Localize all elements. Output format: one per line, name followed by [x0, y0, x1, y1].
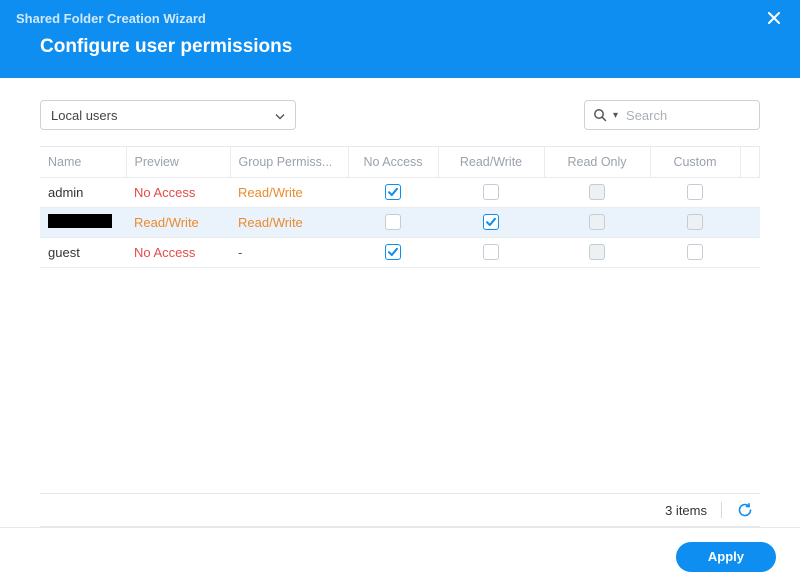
divider — [721, 502, 722, 518]
read-write-checkbox[interactable] — [483, 244, 499, 260]
cell-custom — [650, 207, 740, 237]
wizard-window: Shared Folder Creation Wizard Configure … — [0, 0, 800, 585]
redacted-name — [48, 214, 112, 228]
read-only-checkbox — [589, 184, 605, 200]
cell-read-write — [438, 177, 544, 207]
col-custom[interactable]: Custom — [650, 147, 740, 177]
wizard-title: Shared Folder Creation Wizard — [16, 11, 206, 26]
cell-preview: Read/Write — [126, 207, 230, 237]
group-permissions-value: Read/Write — [238, 185, 303, 200]
cell-no-access — [348, 207, 438, 237]
header-top: Shared Folder Creation Wizard — [0, 0, 800, 30]
user-name: guest — [48, 245, 80, 260]
read-only-checkbox — [589, 214, 605, 230]
col-no-access[interactable]: No Access — [348, 147, 438, 177]
user-name: admin — [48, 185, 83, 200]
col-preview[interactable]: Preview — [126, 147, 230, 177]
cell-read-only — [544, 207, 650, 237]
cell-spacer — [740, 177, 760, 207]
search-box[interactable]: ▾ — [584, 100, 760, 130]
items-count: 3 items — [665, 503, 707, 518]
col-read-only[interactable]: Read Only — [544, 147, 650, 177]
custom-checkbox[interactable] — [687, 184, 703, 200]
search-icon — [593, 108, 607, 122]
cell-group-permissions: Read/Write — [230, 177, 348, 207]
cell-spacer — [740, 207, 760, 237]
cell-preview: No Access — [126, 177, 230, 207]
chevron-down-icon — [275, 108, 285, 123]
col-name[interactable]: Name — [40, 147, 126, 177]
apply-button[interactable]: Apply — [676, 542, 776, 572]
toolbar: Local users ▾ — [40, 100, 760, 130]
no-access-checkbox[interactable] — [385, 244, 401, 260]
cell-name: admin — [40, 177, 126, 207]
page-title: Configure user permissions — [0, 30, 800, 78]
chevron-down-icon: ▾ — [613, 110, 620, 121]
table-row[interactable]: Read/Write Read/Write — [40, 207, 760, 237]
group-permissions-value: Read/Write — [238, 215, 303, 230]
permissions-table: Name Preview Group Permiss... No Access … — [40, 147, 760, 268]
no-access-checkbox[interactable] — [385, 214, 401, 230]
preview-value: No Access — [134, 185, 195, 200]
table-header-row: Name Preview Group Permiss... No Access … — [40, 147, 760, 177]
cell-spacer — [740, 237, 760, 267]
group-permissions-value: - — [238, 245, 242, 260]
table-status-bar: 3 items — [40, 493, 760, 527]
cell-read-only — [544, 237, 650, 267]
cell-read-only — [544, 177, 650, 207]
preview-value: No Access — [134, 245, 195, 260]
wizard-footer: Apply — [0, 527, 800, 585]
user-scope-select[interactable]: Local users — [40, 100, 296, 130]
col-spacer — [740, 147, 760, 177]
custom-checkbox — [687, 214, 703, 230]
custom-checkbox[interactable] — [687, 244, 703, 260]
no-access-checkbox[interactable] — [385, 184, 401, 200]
cell-read-write — [438, 237, 544, 267]
wizard-header: Shared Folder Creation Wizard Configure … — [0, 0, 800, 78]
table-row[interactable]: guest No Access - — [40, 237, 760, 267]
wizard-body: Local users ▾ Name Preview — [0, 78, 800, 527]
cell-custom — [650, 177, 740, 207]
col-read-write[interactable]: Read/Write — [438, 147, 544, 177]
permissions-table-wrap: Name Preview Group Permiss... No Access … — [40, 146, 760, 527]
read-write-checkbox[interactable] — [483, 184, 499, 200]
cell-custom — [650, 237, 740, 267]
user-scope-selected-label: Local users — [51, 108, 117, 123]
cell-no-access — [348, 237, 438, 267]
col-group-permissions[interactable]: Group Permiss... — [230, 147, 348, 177]
cell-read-write — [438, 207, 544, 237]
cell-no-access — [348, 177, 438, 207]
preview-value: Read/Write — [134, 215, 199, 230]
table-row[interactable]: admin No Access Read/Write — [40, 177, 760, 207]
cell-name: guest — [40, 237, 126, 267]
cell-preview: No Access — [126, 237, 230, 267]
refresh-icon[interactable] — [736, 501, 754, 519]
close-icon[interactable] — [764, 8, 784, 28]
read-only-checkbox — [589, 244, 605, 260]
cell-group-permissions: Read/Write — [230, 207, 348, 237]
read-write-checkbox[interactable] — [483, 214, 499, 230]
cell-name — [40, 207, 126, 237]
search-input[interactable] — [624, 107, 800, 124]
cell-group-permissions: - — [230, 237, 348, 267]
